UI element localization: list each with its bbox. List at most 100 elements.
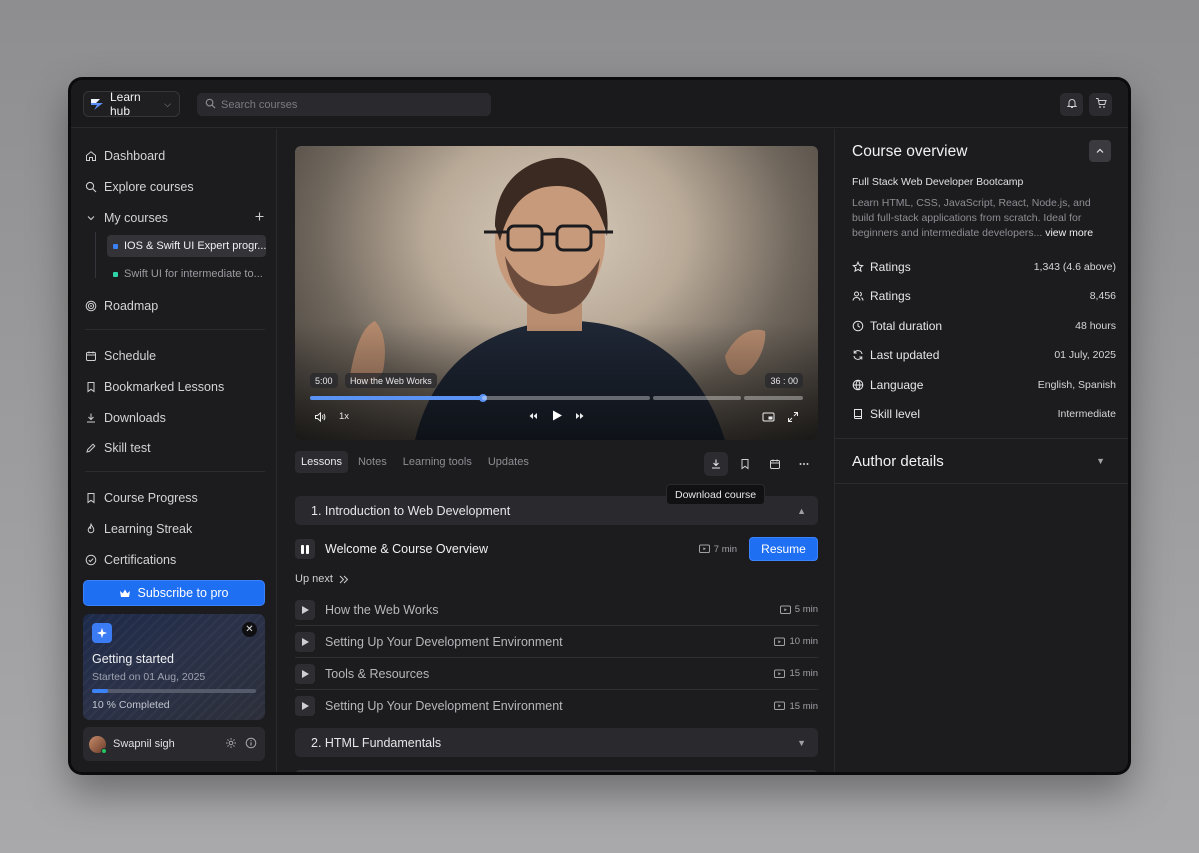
stat-language: Language English, Spanish bbox=[852, 375, 1116, 395]
subscribe-label: Subscribe to pro bbox=[137, 586, 229, 600]
tab-updates[interactable]: Updates bbox=[482, 451, 535, 473]
video-controls: 1x bbox=[295, 409, 818, 425]
notifications-button[interactable] bbox=[1060, 93, 1083, 116]
fullscreen-button[interactable] bbox=[787, 411, 799, 426]
sidebar-item-course-progress[interactable]: Course Progress bbox=[85, 486, 198, 510]
chevron-down-icon bbox=[87, 216, 95, 221]
stat-ratings: Ratings 1,343 (4.6 above) bbox=[852, 257, 1116, 277]
pause-icon[interactable] bbox=[295, 539, 315, 559]
close-icon[interactable]: ✕ bbox=[242, 622, 257, 637]
clock-icon bbox=[852, 320, 864, 332]
check-circle-icon bbox=[85, 554, 97, 566]
online-status-dot bbox=[101, 747, 107, 754]
user-name: Swapnil sigh bbox=[113, 738, 175, 750]
my-course-item[interactable]: IOS & Swift UI Expert progr... bbox=[107, 235, 266, 257]
sidebar-item-skill-test[interactable]: Skill test bbox=[85, 436, 151, 460]
lesson-row[interactable]: Setting Up Your Development Environment … bbox=[295, 690, 818, 722]
tree-line bbox=[95, 232, 96, 278]
tab-learning-tools[interactable]: Learning tools bbox=[397, 451, 478, 473]
search-bar[interactable] bbox=[197, 93, 491, 116]
stat-learners: Ratings 8,456 bbox=[852, 286, 1116, 306]
lesson-row[interactable]: How the Web Works 5 min bbox=[295, 594, 818, 626]
play-icon[interactable] bbox=[295, 631, 315, 652]
schedule-button[interactable] bbox=[763, 452, 787, 476]
add-course-button[interactable] bbox=[254, 211, 265, 225]
sidebar-item-label: Learning Streak bbox=[104, 522, 193, 536]
volume-button[interactable] bbox=[314, 411, 326, 426]
lesson-row[interactable]: Setting Up Your Development Environment … bbox=[295, 626, 818, 658]
picture-in-picture-button[interactable] bbox=[762, 411, 775, 426]
divider bbox=[85, 329, 265, 330]
stat-value: 1,343 (4.6 above) bbox=[1033, 261, 1116, 273]
rewind-button[interactable] bbox=[528, 411, 538, 424]
sidebar-item-schedule[interactable]: Schedule bbox=[85, 344, 156, 368]
user-profile[interactable]: Swapnil sigh bbox=[83, 727, 265, 761]
current-lesson[interactable]: Welcome & Course Overview 7 min Resume bbox=[295, 536, 818, 562]
cart-button[interactable] bbox=[1089, 93, 1112, 116]
getting-started-date: Started on 01 Aug, 2025 bbox=[92, 671, 206, 683]
search-input[interactable] bbox=[221, 98, 471, 111]
picture-in-picture-icon bbox=[762, 412, 775, 422]
sidebar-item-downloads[interactable]: Downloads bbox=[85, 406, 166, 430]
lesson-row[interactable]: Tools & Resources 15 min bbox=[295, 658, 818, 690]
my-course-item[interactable]: Swift UI for intermediate to... bbox=[107, 263, 266, 285]
subscribe-pro-button[interactable]: Subscribe to pro bbox=[83, 580, 265, 606]
settings-button[interactable] bbox=[225, 737, 237, 752]
playback-speed[interactable]: 1x bbox=[339, 411, 349, 422]
chapter-segment bbox=[482, 396, 650, 400]
stat-value: 01 July, 2025 bbox=[1054, 349, 1116, 361]
search-icon bbox=[85, 181, 97, 193]
forward-button[interactable] bbox=[575, 411, 585, 424]
avatar bbox=[89, 735, 107, 754]
search-icon bbox=[205, 96, 216, 114]
video-player[interactable]: 5:00 How the Web Works 36 : 00 1x bbox=[295, 146, 818, 440]
workspace-switcher[interactable]: Learn hub ⌵ bbox=[83, 90, 180, 118]
play-icon[interactable] bbox=[295, 599, 315, 620]
download-course-button[interactable] bbox=[704, 452, 728, 476]
course-description: Learn HTML, CSS, JavaScript, React, Node… bbox=[852, 196, 1107, 241]
video-icon bbox=[774, 637, 786, 646]
sidebar-item-label: Roadmap bbox=[104, 299, 159, 313]
chevron-down-icon: ▼ bbox=[797, 737, 806, 748]
stat-label: Language bbox=[870, 378, 924, 392]
collapse-button[interactable] bbox=[1089, 140, 1111, 162]
chevron-down-icon: ⌵ bbox=[164, 98, 171, 109]
play-icon[interactable] bbox=[295, 696, 315, 716]
app-frame: Learn hub ⌵ Dashboard Explore co bbox=[71, 80, 1128, 772]
app-name: Learn hub bbox=[110, 90, 141, 118]
tab-notes[interactable]: Notes bbox=[352, 451, 393, 473]
sidebar-item-dashboard[interactable]: Dashboard bbox=[85, 144, 165, 168]
video-progress-track[interactable] bbox=[310, 394, 803, 402]
more-options-button[interactable] bbox=[792, 452, 816, 476]
play-button[interactable] bbox=[551, 409, 563, 425]
video-icon bbox=[698, 544, 710, 553]
refresh-icon bbox=[853, 350, 863, 360]
lesson-duration: 10 min bbox=[774, 636, 818, 647]
stat-skill-level: Skill level Intermediate bbox=[852, 404, 1116, 424]
volume-icon bbox=[315, 411, 326, 423]
calendar-icon bbox=[86, 351, 96, 361]
view-more-link[interactable]: view more bbox=[1045, 227, 1093, 239]
course-color-dot bbox=[113, 243, 118, 249]
author-details-section[interactable]: Author details ▼ bbox=[835, 438, 1128, 484]
sidebar-item-roadmap[interactable]: Roadmap bbox=[85, 294, 158, 318]
sidebar-item-explore[interactable]: Explore courses bbox=[85, 175, 194, 199]
fullscreen-icon bbox=[788, 412, 798, 422]
duration-text: 7 min bbox=[713, 543, 737, 555]
calendar-icon bbox=[770, 459, 780, 469]
resume-button[interactable]: Resume bbox=[749, 537, 818, 561]
bookmark-button[interactable] bbox=[733, 452, 757, 476]
section-header[interactable]: 2. HTML Fundamentals ▼ bbox=[295, 728, 818, 757]
sidebar-item-certifications[interactable]: Certifications bbox=[85, 548, 176, 572]
sidebar-item-bookmarked[interactable]: Bookmarked Lessons bbox=[85, 375, 224, 399]
main-content: 5:00 How the Web Works 36 : 00 1x Lesson… bbox=[278, 129, 834, 772]
cart-icon bbox=[1095, 96, 1107, 114]
lesson-duration: 15 min bbox=[774, 668, 818, 679]
sidebar-item-my-courses[interactable]: My courses bbox=[85, 206, 265, 230]
tab-lessons[interactable]: Lessons bbox=[295, 451, 348, 473]
sidebar-item-learning-streak[interactable]: Learning Streak bbox=[85, 517, 192, 541]
play-icon[interactable] bbox=[295, 663, 315, 684]
duration-text: 10 min bbox=[789, 636, 818, 647]
getting-started-progress-label: 10 % Completed bbox=[92, 699, 170, 711]
info-button[interactable] bbox=[245, 737, 257, 752]
